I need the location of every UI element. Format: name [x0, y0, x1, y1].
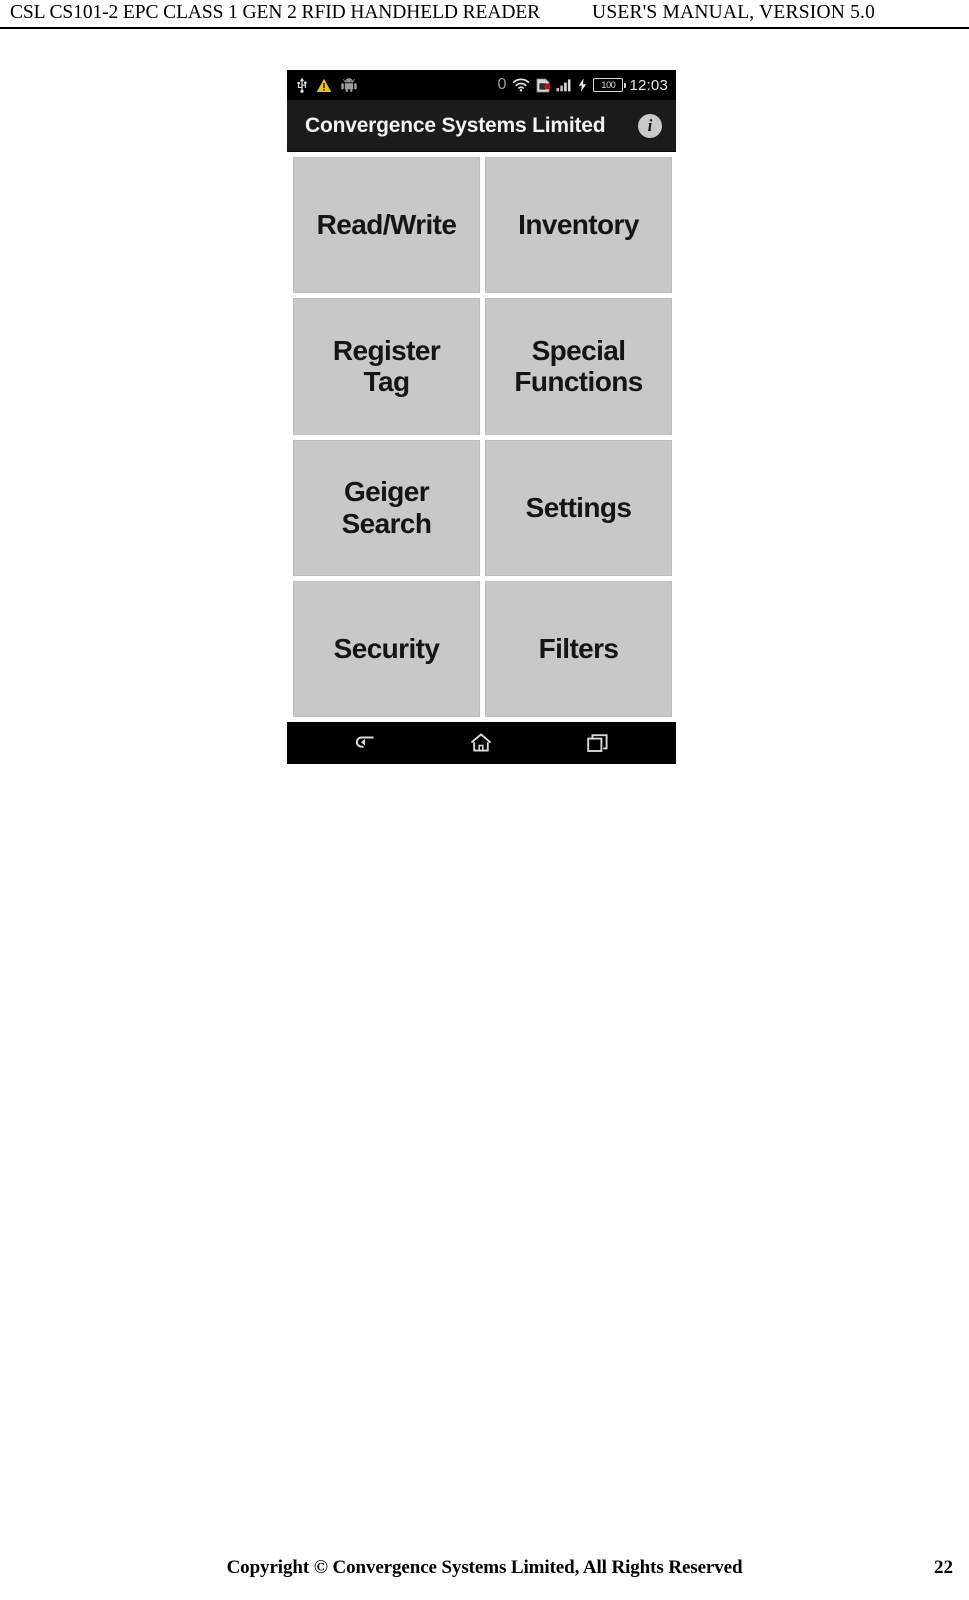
notification-count: 0 — [497, 76, 507, 93]
menu-button-geiger-search[interactable]: Geiger Search — [293, 439, 480, 576]
header-document-title: CSL CS101-2 EPC CLASS 1 GEN 2 RFID HANDH… — [10, 2, 541, 23]
signal-bars-icon — [556, 78, 572, 92]
menu-button-register-tag[interactable]: Register Tag — [293, 298, 480, 435]
header-manual-version: USER'S MANUAL, VERSION 5.0 — [592, 2, 876, 23]
status-bar-right-icons: 0 100 12:03 — [498, 77, 668, 93]
menu-button-read-write[interactable]: Read/Write — [293, 157, 480, 294]
usb-icon — [297, 77, 307, 93]
android-app-screenshot: 0 100 12:03 Convergence Systems Limited … — [287, 70, 676, 764]
menu-button-inventory[interactable]: Inventory — [485, 157, 672, 294]
charging-bolt-icon — [578, 78, 587, 92]
footer-copyright: Copyright © Convergence Systems Limited,… — [226, 1557, 743, 1578]
app-title: Convergence Systems Limited — [305, 113, 606, 137]
page-header: CSL CS101-2 EPC CLASS 1 GEN 2 RFID HANDH… — [0, 0, 969, 30]
android-robot-icon — [341, 78, 357, 92]
page-footer: Copyright © Convergence Systems Limited,… — [0, 1554, 969, 1582]
app-title-bar: Convergence Systems Limited i — [287, 100, 676, 152]
menu-button-security[interactable]: Security — [293, 580, 480, 717]
battery-level-label: 100 — [601, 79, 616, 90]
recent-apps-icon[interactable] — [568, 726, 628, 760]
home-icon[interactable] — [451, 726, 511, 760]
info-icon-glyph: i — [647, 116, 653, 135]
back-icon[interactable] — [335, 726, 395, 760]
wifi-icon — [512, 78, 530, 92]
android-status-bar: 0 100 12:03 — [287, 70, 676, 100]
status-bar-left-icons — [297, 77, 357, 93]
menu-button-settings[interactable]: Settings — [485, 439, 672, 576]
main-menu-grid: Read/Write Inventory Register Tag Specia… — [287, 152, 676, 722]
battery-indicator: 100 — [593, 78, 627, 92]
menu-button-filters[interactable]: Filters — [485, 580, 672, 717]
header-divider — [0, 27, 969, 29]
warning-triangle-icon — [316, 78, 332, 93]
status-bar-clock: 12:03 — [629, 76, 668, 94]
sim-card-icon — [536, 78, 551, 93]
footer-page-number: 22 — [934, 1557, 953, 1578]
android-navigation-bar — [287, 722, 676, 764]
menu-button-special-functions[interactable]: Special Functions — [485, 298, 672, 435]
info-icon[interactable]: i — [638, 113, 662, 138]
